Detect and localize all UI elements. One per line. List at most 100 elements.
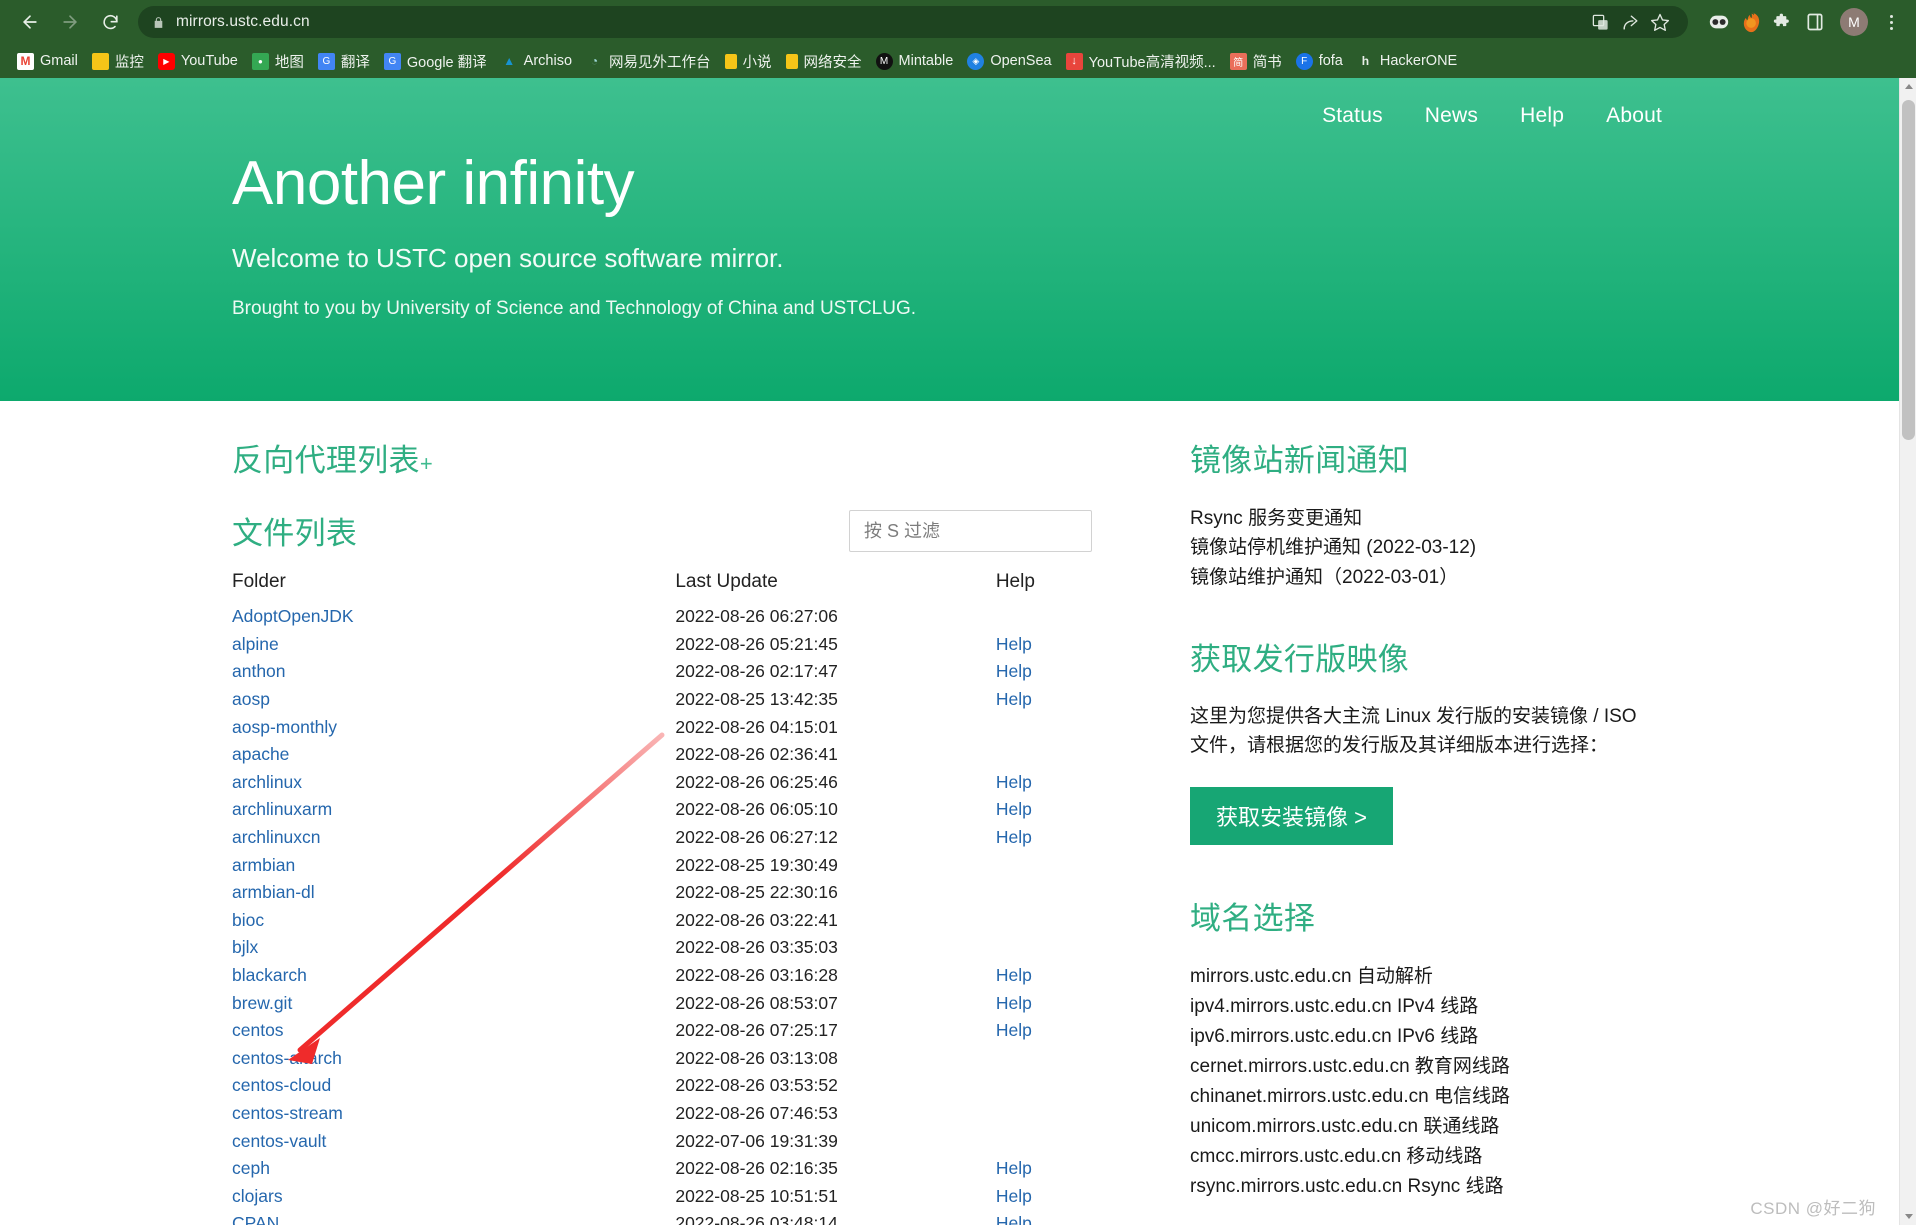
folder-link[interactable]: centos-stream: [232, 1103, 343, 1123]
folder-link[interactable]: armbian-dl: [232, 882, 315, 902]
reload-button[interactable]: [92, 4, 128, 40]
help-link[interactable]: Help: [996, 772, 1032, 792]
opensea-icon: ◈: [967, 52, 985, 70]
domain-item[interactable]: rsync.mirrors.ustc.edu.cn Rsync 线路: [1190, 1172, 1652, 1202]
folder-link[interactable]: armbian: [232, 855, 295, 875]
share-icon[interactable]: [1616, 8, 1644, 36]
forward-button[interactable]: [52, 4, 88, 40]
sidepanel-icon[interactable]: [1802, 9, 1828, 35]
bookmark-item[interactable]: G Google 翻译: [377, 48, 494, 74]
filter-input[interactable]: [849, 510, 1092, 552]
page-scrollbar[interactable]: [1899, 78, 1916, 1225]
folder-link[interactable]: brew.git: [232, 993, 292, 1013]
news-item[interactable]: 镜像站停机维护通知 (2022-03-12): [1190, 533, 1652, 562]
column-header-last-update[interactable]: Last Update: [675, 571, 995, 603]
bookmark-label: YouTube: [180, 53, 238, 69]
bookmark-item[interactable]: ▲ Archiso: [494, 48, 579, 74]
firefox-extension-icon[interactable]: [1738, 9, 1764, 35]
help-link[interactable]: Help: [996, 1020, 1032, 1040]
help-link[interactable]: Help: [996, 1158, 1032, 1178]
iso-heading: 获取发行版映像: [1190, 642, 1410, 678]
domain-item[interactable]: cmcc.mirrors.ustc.edu.cn 移动线路: [1190, 1142, 1652, 1172]
help-link[interactable]: Help: [996, 799, 1032, 819]
address-bar[interactable]: mirrors.ustc.edu.cn: [138, 6, 1688, 38]
bookmark-item[interactable]: ▶ YouTube: [151, 48, 245, 74]
folder-link[interactable]: aosp: [232, 689, 270, 709]
bookmark-item[interactable]: 小说: [718, 48, 779, 74]
reverse-proxy-heading-text: 反向代理列表: [232, 443, 420, 478]
folder-link[interactable]: bjlx: [232, 937, 258, 957]
folder-link[interactable]: clojars: [232, 1186, 283, 1206]
help-link[interactable]: Help: [996, 1213, 1032, 1225]
folder-link[interactable]: centos-vault: [232, 1131, 326, 1151]
domain-item[interactable]: ipv4.mirrors.ustc.edu.cn IPv4 线路: [1190, 992, 1652, 1022]
star-icon[interactable]: [1646, 8, 1674, 36]
nav-link-help[interactable]: Help: [1499, 96, 1585, 136]
cell-help: [996, 851, 1092, 879]
folder-link[interactable]: anthon: [232, 661, 286, 681]
folder-link[interactable]: archlinuxcn: [232, 827, 321, 847]
domain-item[interactable]: chinanet.mirrors.ustc.edu.cn 电信线路: [1190, 1082, 1652, 1112]
folder-link[interactable]: centos-altarch: [232, 1048, 342, 1068]
scroll-down-arrow[interactable]: [1900, 1208, 1916, 1225]
expand-plus-icon[interactable]: +: [420, 451, 433, 476]
cell-last-update: 2022-08-26 07:25:17: [675, 1020, 838, 1041]
get-install-image-button[interactable]: 获取安装镜像 >: [1190, 787, 1393, 846]
news-item[interactable]: 镜像站维护通知（2022-03-01）: [1190, 563, 1652, 592]
bookmark-item[interactable]: 简简书: [1223, 48, 1289, 74]
browser-menu-button[interactable]: [1878, 7, 1904, 37]
folder-link[interactable]: blackarch: [232, 965, 307, 985]
bookmark-item[interactable]: Ffofa: [1289, 48, 1350, 74]
folder-link[interactable]: alpine: [232, 634, 279, 654]
domain-item[interactable]: mirrors.ustc.edu.cn 自动解析: [1190, 962, 1652, 992]
back-button[interactable]: [12, 4, 48, 40]
column-header-folder[interactable]: Folder: [232, 571, 675, 603]
bookmark-item[interactable]: 网络安全: [779, 48, 869, 74]
help-link[interactable]: Help: [996, 965, 1032, 985]
column-header-help: Help: [995, 571, 1035, 592]
domain-item[interactable]: cernet.mirrors.ustc.edu.cn 教育网线路: [1190, 1052, 1652, 1082]
folder-link[interactable]: AdoptOpenJDK: [232, 606, 354, 626]
bookmark-item[interactable]: ◈ OpenSea: [960, 48, 1058, 74]
help-link[interactable]: Help: [996, 689, 1032, 709]
folder-link[interactable]: aosp-monthly: [232, 717, 337, 737]
bookmark-item[interactable]: ↓ YouTube高清视频...: [1059, 48, 1223, 74]
cell-last-update: 2022-08-26 03:16:28: [675, 965, 838, 986]
folder-link[interactable]: centos-cloud: [232, 1075, 331, 1095]
bookmark-item[interactable]: M Gmail: [10, 48, 85, 74]
folder-link[interactable]: centos: [232, 1020, 284, 1040]
bookmark-item[interactable]: h HackerONE: [1350, 48, 1464, 74]
bookmark-label: 小说: [742, 54, 772, 71]
folder-link[interactable]: ceph: [232, 1158, 270, 1178]
scroll-up-arrow[interactable]: [1900, 78, 1916, 95]
domain-item[interactable]: ipv6.mirrors.ustc.edu.cn IPv6 线路: [1190, 1022, 1652, 1052]
folder-link[interactable]: archlinux: [232, 772, 302, 792]
bookmark-item[interactable]: ◔ 网易见外工作台: [579, 48, 718, 74]
help-link[interactable]: Help: [996, 827, 1032, 847]
bookmark-item[interactable]: ● 地图: [245, 48, 311, 74]
nav-link-about[interactable]: About: [1585, 96, 1683, 136]
folder-link[interactable]: archlinuxarm: [232, 799, 332, 819]
translate-icon[interactable]: [1586, 8, 1614, 36]
bookmark-item[interactable]: 监控: [85, 48, 151, 74]
bookmark-item[interactable]: M Mintable: [869, 48, 961, 74]
puzzle-extension-icon[interactable]: [1770, 9, 1796, 35]
avatar[interactable]: M: [1840, 8, 1868, 36]
nav-link-news[interactable]: News: [1404, 96, 1499, 136]
domain-item[interactable]: unicom.mirrors.ustc.edu.cn 联通线路: [1190, 1112, 1652, 1142]
adblock-extension-icon[interactable]: [1706, 9, 1732, 35]
help-link[interactable]: Help: [996, 661, 1032, 681]
table-row: brew.git 2022-08-26 08:53:07 Help: [232, 989, 1092, 1017]
folder-link[interactable]: bioc: [232, 910, 264, 930]
scrollbar-thumb[interactable]: [1902, 100, 1915, 440]
nav-link-status[interactable]: Status: [1301, 96, 1404, 136]
help-link[interactable]: Help: [996, 993, 1032, 1013]
folder-link[interactable]: apache: [232, 744, 289, 764]
cell-last-update: 2022-08-26 03:13:08: [675, 1047, 838, 1068]
help-link[interactable]: Help: [996, 634, 1032, 654]
help-link[interactable]: Help: [996, 1186, 1032, 1206]
bookmark-item[interactable]: G 翻译: [311, 48, 377, 74]
reverse-proxy-heading[interactable]: 反向代理列表+: [232, 435, 1092, 480]
news-item[interactable]: Rsync 服务变更通知: [1190, 504, 1652, 533]
folder-link[interactable]: CPAN: [232, 1213, 279, 1225]
